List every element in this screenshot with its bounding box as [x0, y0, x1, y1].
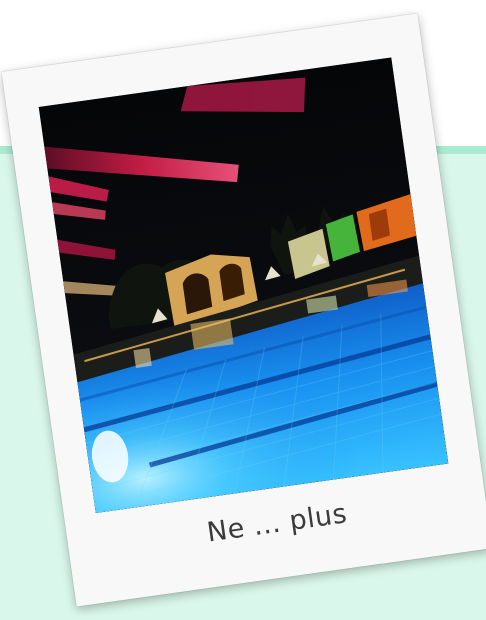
polaroid-frame: Ne ... plus	[1, 13, 486, 607]
pool-night-photo	[38, 57, 449, 514]
